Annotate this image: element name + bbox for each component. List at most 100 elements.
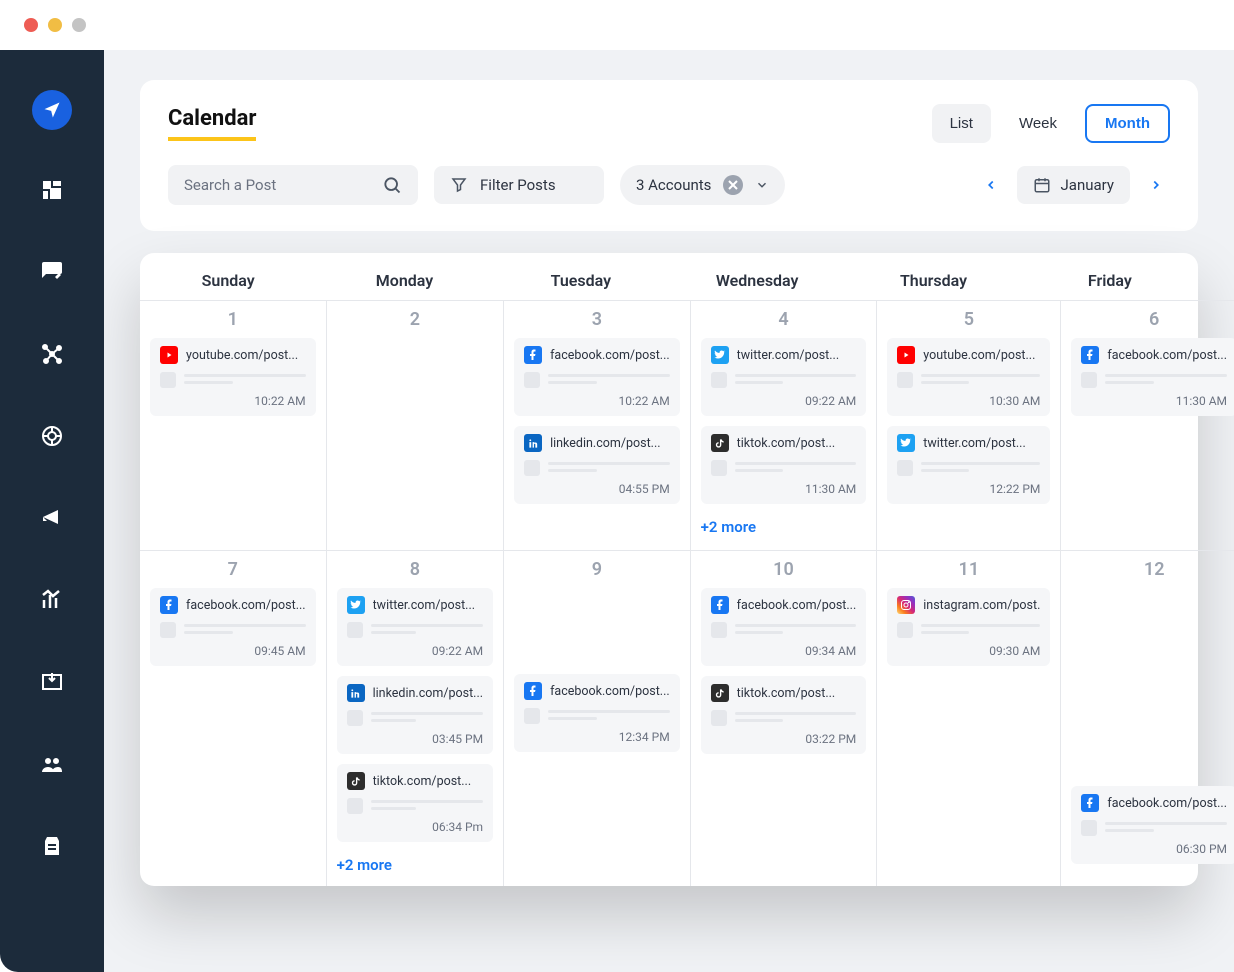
tiktok-icon [347,772,365,790]
post-url: linkedin.com/post... [550,436,660,451]
post-thumbnail [160,622,176,638]
post-thumbnail [1081,372,1097,388]
nav-team[interactable] [30,742,74,786]
prev-month-button[interactable] [977,171,1005,199]
youtube-icon [160,346,178,364]
nav-analytics[interactable] [30,578,74,622]
calendar-day-cell[interactable]: 9facebook.com/post...12:34 PM [504,550,691,886]
weekday-header: Thursday [845,253,1021,300]
post-thumbnail [897,372,913,388]
day-number: 3 [514,309,680,330]
post-thumbnail [711,372,727,388]
nav-dashboard[interactable] [30,168,74,212]
more-posts-link[interactable]: +2 more [337,856,493,874]
post-url: tiktok.com/post... [737,686,836,701]
filter-button[interactable]: Filter Posts [434,166,604,204]
window-minimize-button[interactable] [48,18,62,32]
weekday-header: Tuesday [493,253,669,300]
accounts-filter[interactable]: 3 Accounts [620,165,785,205]
post-card[interactable]: twitter.com/post...09:22 AM [701,338,867,416]
more-posts-link[interactable]: +2 more [701,518,867,536]
post-url: tiktok.com/post... [737,436,836,451]
post-time: 09:30 AM [897,644,1040,658]
view-list-button[interactable]: List [932,104,991,143]
header-card: Calendar List Week Month Search a Post F… [140,80,1198,231]
nav-network[interactable] [30,332,74,376]
post-card[interactable]: linkedin.com/post...04:55 PM [514,426,680,504]
post-card[interactable]: instagram.com/post.09:30 AM [887,588,1050,666]
post-card[interactable]: facebook.com/post...09:34 AM [701,588,867,666]
day-number: 2 [337,309,493,330]
post-url: twitter.com/post... [373,598,475,613]
view-week-button[interactable]: Week [1001,104,1075,143]
clear-accounts-icon[interactable] [723,175,743,195]
facebook-icon [524,346,542,364]
post-url: youtube.com/post... [186,348,298,363]
calendar-day-cell[interactable]: 5youtube.com/post...10:30 AMtwitter.com/… [877,300,1061,550]
post-card[interactable]: youtube.com/post...10:30 AM [887,338,1050,416]
calendar-day-cell[interactable]: 3 facebook.com/post... 10:22 AM linkedin.co… [504,300,691,550]
window-zoom-button[interactable] [72,18,86,32]
calendar-day-cell[interactable]: 7facebook.com/post...09:45 AM [140,550,327,886]
day-number: 12 [1071,559,1234,580]
post-time: 06:30 PM [1081,842,1227,856]
day-number: 4 [701,309,867,330]
calendar-day-cell[interactable]: 6 facebook.com/post...11:30 AM [1061,300,1234,550]
post-thumbnail [524,372,540,388]
post-card[interactable]: facebook.com/post...11:30 AM [1071,338,1234,416]
post-card[interactable]: facebook.com/post...09:45 AM [150,588,316,666]
calendar-day-cell[interactable]: 10facebook.com/post...09:34 AMtiktok.com… [691,550,878,886]
nav-support[interactable] [30,414,74,458]
post-url: twitter.com/post... [923,436,1025,451]
post-card[interactable]: facebook.com/post... 10:22 AM [514,338,680,416]
post-url: linkedin.com/post... [373,686,483,701]
nav-posts[interactable] [30,250,74,294]
post-card[interactable]: tiktok.com/post...06:34 Pm [337,764,493,842]
app-window: Calendar List Week Month Search a Post F… [0,0,1234,972]
nav-inbox[interactable] [30,660,74,704]
instagram-icon [897,596,915,614]
post-card[interactable]: tiktok.com/post... 03:22 PM [701,676,867,754]
tiktok-icon [711,684,729,702]
post-url: facebook.com/post... [1107,796,1227,811]
calendar-day-cell[interactable]: 1youtube.com/post...10:22 AM [140,300,327,550]
window-close-button[interactable] [24,18,38,32]
post-card[interactable]: linkedin.com/post...03:45 PM [337,676,493,754]
facebook-icon [160,596,178,614]
post-time: 03:22 PM [711,732,857,746]
logo-icon[interactable] [32,90,72,130]
month-navigator: January [977,166,1170,204]
post-card[interactable]: youtube.com/post...10:22 AM [150,338,316,416]
view-month-button[interactable]: Month [1085,104,1170,143]
next-month-button[interactable] [1142,171,1170,199]
nav-campaigns[interactable] [30,496,74,540]
calendar-day-cell[interactable]: 11instagram.com/post.09:30 AM [877,550,1061,886]
day-number: 8 [337,559,493,580]
post-card[interactable]: twitter.com/post...12:22 PM [887,426,1050,504]
twitter-icon [711,346,729,364]
calendar-day-cell[interactable]: 2 [327,300,504,550]
day-number: 6 [1071,309,1234,330]
calendar-day-cell[interactable]: 12 facebook.com/post... 06:30 PM [1061,550,1234,886]
search-input[interactable]: Search a Post [168,165,418,205]
post-card[interactable]: twitter.com/post...09:22 AM [337,588,493,666]
post-thumbnail [897,460,913,476]
calendar-day-cell[interactable]: 4 twitter.com/post...09:22 AM tiktok.com/p… [691,300,878,550]
post-card[interactable]: facebook.com/post...12:34 PM [514,674,680,752]
post-url: facebook.com/post... [737,598,857,613]
post-url: facebook.com/post... [550,348,670,363]
facebook-icon [711,596,729,614]
search-placeholder: Search a Post [184,176,276,194]
main-content: Calendar List Week Month Search a Post F… [104,50,1234,972]
calendar-day-cell[interactable]: 8 twitter.com/post...09:22 AM linkedin.com… [327,550,504,886]
weekday-header: Wednesday [669,253,845,300]
post-url: tiktok.com/post... [373,774,472,789]
post-time: 10:22 AM [524,394,670,408]
post-card[interactable]: tiktok.com/post...11:30 AM [701,426,867,504]
month-selector[interactable]: January [1017,166,1130,204]
calendar-icon [1033,176,1051,194]
accounts-label: 3 Accounts [636,176,711,194]
post-card[interactable]: facebook.com/post... 06:30 PM [1071,786,1234,864]
post-thumbnail [347,798,363,814]
nav-reports[interactable] [30,824,74,868]
